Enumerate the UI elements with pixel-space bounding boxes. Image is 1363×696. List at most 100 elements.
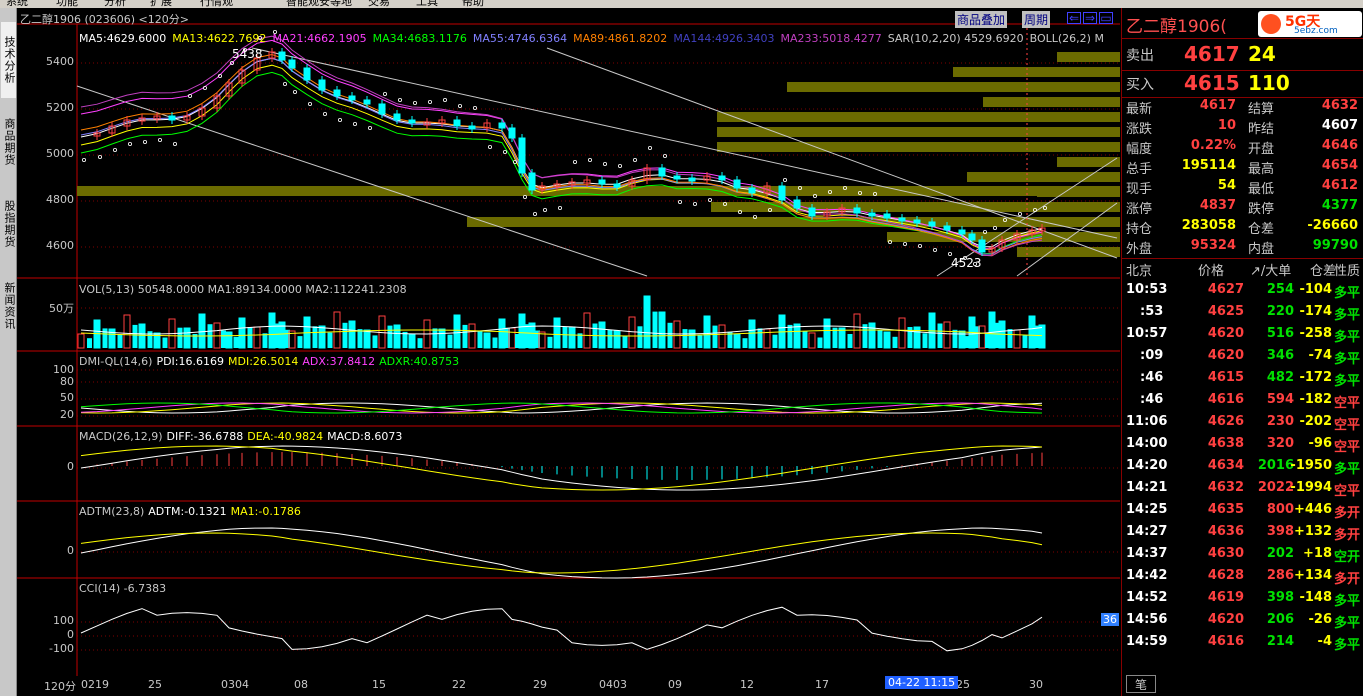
tick-row[interactable]: 14:00 4638 320 -96 空平 (1122, 436, 1363, 458)
tick-row[interactable]: :46 4615 482 -172 多平 (1122, 370, 1363, 392)
tick-row[interactable]: :53 4625 220 -174 多平 (1122, 304, 1363, 326)
chart-area[interactable]: 乙二醇1906 (023606) <120分> 商品叠加 周期 ⇐ ⇒ ▭ MA5:… (17, 8, 1120, 676)
tick-tab[interactable]: 笔 (1126, 675, 1156, 693)
tick-header-3: 仓差 (1310, 264, 1337, 279)
tick-row[interactable]: 14:56 4620 206 -26 多平 (1122, 612, 1363, 634)
zoom-out-icon[interactable]: ⇐ (1067, 12, 1081, 24)
sar-dot (648, 145, 653, 150)
overlay-button[interactable]: 商品叠加 (955, 11, 1008, 28)
zoom-controls[interactable]: ⇐ ⇒ ▭ (1067, 11, 1113, 25)
tick-row[interactable]: :09 4620 346 -74 多平 (1122, 348, 1363, 370)
x-label-7: 0403 (599, 678, 627, 691)
volume-bar (225, 331, 233, 349)
left-tab-0[interactable]: 技术分析 (1, 22, 16, 98)
tick-row[interactable]: 14:42 4628 286 +134 多开 (1122, 568, 1363, 590)
tick-cell-0: 11:06 (1126, 414, 1168, 429)
tick-row[interactable]: :46 4616 594 -182 空平 (1122, 392, 1363, 414)
sar-dot (603, 161, 608, 166)
menu-item-7[interactable]: 工具 (416, 0, 438, 8)
tick-cell-0: 10:53 (1126, 282, 1168, 297)
tick-cell-3: -74 (1308, 348, 1333, 363)
quote-panel: 乙二醇1906( 5G天 5ebz.com 卖出 4617 24 买入 4615… (1121, 8, 1363, 696)
period-button[interactable]: 周期 (1022, 11, 1051, 28)
tick-cell-3: -182 (1299, 392, 1332, 407)
window-icon[interactable]: ▭ (1099, 12, 1113, 24)
menu-item-1[interactable]: 功能 (56, 0, 78, 8)
tick-cell-2: 594 (1266, 392, 1294, 407)
volume-bar (763, 328, 771, 349)
candle-body (303, 67, 311, 81)
candle-body (288, 59, 296, 69)
tick-cell-1: 4634 (1207, 458, 1244, 473)
candle-body (898, 217, 906, 222)
sar-dot (903, 241, 908, 246)
adtm-title-part-2: MA1:-0.1786 (230, 505, 301, 518)
y-main-3: 4800 (46, 193, 74, 206)
volume-profile-bar-8 (895, 142, 1120, 152)
tick-cell-1: 4620 (1207, 612, 1244, 627)
tick-cell-4: 多平 (1333, 616, 1360, 631)
adtm-line-1 (80, 532, 1043, 574)
menu-item-0[interactable]: 系统 (6, 0, 28, 8)
high-price-label: 5438 (232, 47, 263, 61)
left-tab-1[interactable]: 商品期货 (1, 104, 16, 180)
candle-body (168, 115, 176, 121)
volume-bar (952, 329, 958, 348)
menu-item-4[interactable]: 行情观 (200, 0, 233, 8)
volume-bar (132, 324, 138, 348)
volume-bar (492, 337, 498, 348)
candle-body (598, 179, 606, 185)
volume-bar (853, 313, 861, 349)
sar-dot (918, 243, 923, 248)
volume-bar (468, 323, 476, 349)
tick-cell-2: 516 (1266, 326, 1294, 341)
candle-body (278, 51, 286, 61)
candle-body (688, 177, 696, 182)
tick-row[interactable]: 14:59 4616 214 -4 多平 (1122, 634, 1363, 656)
time-axis: 120分 0219 25 0304 08 15 22 29 0403 09 12 17 25 30 04… (17, 676, 1120, 696)
tick-row[interactable]: 10:53 4627 254 -104 多平 (1122, 282, 1363, 304)
candle-body (868, 212, 876, 217)
left-tab-3[interactable]: 新闻资讯 (1, 268, 16, 344)
menu-item-3[interactable]: 扩展 (150, 0, 172, 8)
stat-row-6: 持仓 283058 仓差 -26660 (1126, 218, 1358, 237)
zoom-in-icon[interactable]: ⇒ (1083, 12, 1097, 24)
volume-bar (177, 327, 183, 348)
candle-body (853, 207, 861, 214)
tick-row[interactable]: 14:21 4632 2022 -1994 空平 (1122, 480, 1363, 502)
tick-row[interactable]: 11:06 4626 230 -202 空平 (1122, 414, 1363, 436)
tick-cell-3: +18 (1303, 546, 1332, 561)
tick-row[interactable]: 14:25 4635 800 +446 多开 (1122, 502, 1363, 524)
menu-item-5[interactable]: 智能观安等地 (286, 0, 352, 8)
volume-bar (898, 317, 906, 349)
menu-item-2[interactable]: 分析 (104, 0, 126, 8)
tick-cell-0: 14:37 (1126, 546, 1168, 561)
tick-row[interactable]: 14:37 4630 202 +18 空开 (1122, 546, 1363, 568)
volume-bar (462, 324, 468, 348)
chart-canvas[interactable] (17, 8, 1120, 676)
sar-dot (412, 101, 417, 106)
tick-row[interactable]: 10:57 4620 516 -258 多平 (1122, 326, 1363, 348)
candle-body (793, 199, 801, 209)
tick-row[interactable]: 14:20 4634 2016 -1950 多平 (1122, 458, 1363, 480)
sar-dot (533, 211, 538, 216)
tick-row[interactable]: 14:52 4619 398 -148 多平 (1122, 590, 1363, 612)
dmi-title: DMI-QL(14,6) PDI:16.6169 MDI:26.5014 ADX:37… (79, 355, 463, 368)
menu-item-8[interactable]: 帮助 (462, 0, 484, 8)
tick-cell-2: 206 (1266, 612, 1294, 627)
menu-item-6[interactable]: 交易 (368, 0, 390, 8)
tick-cell-1: 4636 (1207, 524, 1244, 539)
cci-line (80, 606, 1043, 652)
tick-row[interactable]: 14:27 4636 398 +132 多开 (1122, 524, 1363, 546)
tick-cell-0: 14:25 (1126, 502, 1168, 517)
candle-body (613, 183, 621, 188)
tick-cell-0: 14:52 (1126, 590, 1168, 605)
volume-bar (802, 331, 808, 348)
macd-title-part-1: DIFF:-36.6788 (166, 430, 244, 443)
sar-dot (157, 137, 162, 142)
sar-dot (113, 147, 118, 152)
volume-bar (682, 329, 688, 348)
left-tab-2[interactable]: 股指期货 (1, 186, 16, 262)
adtm-title-part-0: ADTM(23,8) (79, 505, 145, 518)
sar-dot (573, 159, 578, 164)
